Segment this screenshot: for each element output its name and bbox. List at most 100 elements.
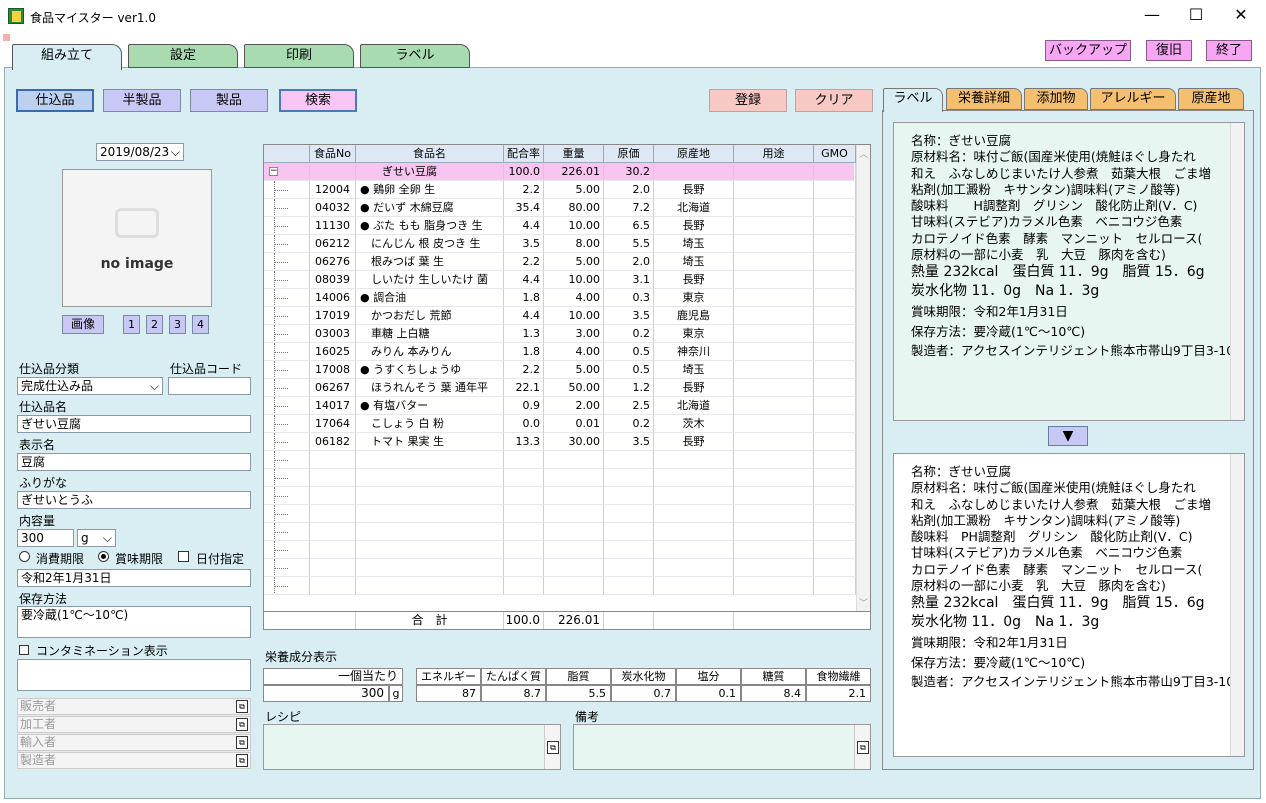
table-row[interactable] (264, 523, 856, 541)
display-label: 表示名 (19, 438, 56, 452)
clear-button[interactable]: クリア (795, 89, 873, 112)
table-row[interactable] (264, 469, 856, 487)
origin: 長野 (654, 181, 734, 199)
mix-rate: 35.4 (504, 199, 544, 217)
table-row[interactable]: 14017 ● 有塩バター 0.9 2.00 2.5 北海道 (264, 397, 856, 415)
date-checkbox[interactable] (178, 551, 189, 562)
table-row[interactable]: 03003 車糖 上白糖 1.3 3.00 0.2 東京 (264, 325, 856, 343)
nutrition-value: 8.4 (741, 685, 806, 702)
furigana-input[interactable]: ぎせいとうふ (17, 491, 251, 509)
table-scrollbar[interactable]: ︿ ﹀ (856, 145, 870, 611)
unit-select[interactable]: g ⌵ (77, 529, 116, 547)
table-row[interactable]: 06182 トマト 果実 生 13.3 30.00 3.5 長野 (264, 433, 856, 451)
expiry-input[interactable]: 令和2年1月31日 (17, 569, 251, 587)
table-row[interactable]: 14006 ● 調合油 1.8 4.00 0.3 東京 (264, 289, 856, 307)
rtab-label[interactable]: ラベル (883, 88, 943, 112)
exit-button[interactable]: 終了 (1206, 40, 1252, 61)
hanseihin-button[interactable]: 半製品 (103, 89, 181, 112)
ingredient-table[interactable]: 食品No 食品名 配合率 重量 原価 原産地 用途 GMO − ぎせい豆腐 100… (263, 144, 871, 630)
processor-field[interactable]: 加工者 ⧉ (17, 716, 251, 733)
weight: 10.00 (544, 271, 604, 289)
category-select[interactable]: 完成仕込み品 ⌵ (17, 377, 163, 395)
content-input[interactable]: 300 (17, 529, 74, 547)
table-row[interactable]: 06267 ほうれんそう 葉 通年平 22.1 50.00 1.2 長野 (264, 379, 856, 397)
search-button[interactable]: 検索 (279, 89, 357, 112)
recipe-input[interactable]: ⧉ (263, 724, 561, 770)
table-row[interactable] (264, 451, 856, 469)
copy-down-button[interactable]: ▼ (1048, 426, 1088, 446)
table-row[interactable]: 17019 かつおだし 荒節 4.4 10.00 3.5 鹿児島 (264, 307, 856, 325)
scroll-down-icon[interactable]: ﹀ (859, 596, 868, 609)
table-row[interactable]: 17008 ● うすくちしょうゆ 2.2 5.00 0.5 埼玉 (264, 361, 856, 379)
copy-icon[interactable]: ⧉ (547, 741, 559, 754)
image-page-1[interactable]: 1 (123, 315, 140, 334)
table-row[interactable]: 16025 みりん 本みりん 1.8 4.00 0.5 神奈川 (264, 343, 856, 361)
scroll-up-icon[interactable]: ︿ (859, 147, 868, 160)
tree-branch (264, 469, 310, 487)
table-row-parent[interactable]: − ぎせい豆腐 100.0 226.01 30.2 (264, 163, 856, 181)
table-row[interactable]: 12004 ● 鶏卵 全卵 生 2.2 5.00 2.0 長野 (264, 181, 856, 199)
image-button[interactable]: 画像 (62, 315, 104, 334)
storage-input[interactable]: 要冷蔵(1℃〜10℃) (17, 606, 251, 638)
table-row[interactable] (264, 541, 856, 559)
rtab-nutrition[interactable]: 栄養詳細 (946, 88, 1022, 110)
table-row[interactable] (264, 559, 856, 577)
backup-button[interactable]: バックアップ (1045, 40, 1131, 61)
nutrition-header: 食物繊維 (806, 668, 871, 685)
importer-field[interactable]: 輸入者 ⧉ (17, 734, 251, 751)
label-scrollbar[interactable] (1230, 454, 1244, 756)
table-row[interactable]: 08039 しいたけ 生しいたけ 菌 4.4 10.00 3.1 長野 (264, 271, 856, 289)
item-image: no image (62, 169, 212, 307)
food-no: 14017 (310, 397, 356, 415)
date-picker[interactable]: 2019/08/23 ⌵ (96, 143, 184, 161)
copy-icon[interactable]: ⧉ (236, 718, 248, 731)
tab-label[interactable]: ラベル (360, 44, 470, 68)
tab-assemble[interactable]: 組み立て (12, 44, 122, 70)
table-row[interactable]: 06212 にんじん 根 皮つき 生 3.5 8.00 5.5 埼玉 (264, 235, 856, 253)
table-row[interactable]: 17064 こしょう 白 粉 0.0 0.01 0.2 茨木 (264, 415, 856, 433)
table-row[interactable] (264, 505, 856, 523)
per-value[interactable]: 300 (263, 685, 389, 702)
memo-input[interactable]: ⧉ (573, 724, 871, 770)
seihin-button[interactable]: 製品 (190, 89, 268, 112)
tab-settings[interactable]: 設定 (128, 44, 238, 68)
table-row[interactable]: 04032 ● だいず 木綿豆腐 35.4 80.00 7.2 北海道 (264, 199, 856, 217)
copy-icon[interactable]: ⧉ (857, 741, 869, 754)
table-row[interactable] (264, 577, 856, 595)
shikomi-button[interactable]: 仕込品 (16, 89, 94, 112)
close-icon[interactable]: ✕ (1229, 4, 1253, 28)
label-line: 炭水化物 11．0g Na 1．3g (911, 283, 1100, 300)
contamination-checkbox[interactable] (19, 645, 29, 655)
nutrition-header: 糖質 (741, 668, 806, 685)
register-button[interactable]: 登録 (709, 89, 787, 112)
seller-field[interactable]: 販売者 ⧉ (17, 698, 251, 715)
label-preview-bottom[interactable]: 名称：ぎせい豆腐 原材料名：味付ご飯(国産米使用(焼鮭ほぐし身たれ 和え ふなしめじ… (893, 453, 1245, 757)
copy-icon[interactable]: ⧉ (236, 754, 248, 767)
minimize-icon[interactable]: — (1140, 4, 1164, 28)
table-row[interactable]: 06276 根みつば 葉 生 2.2 5.00 2.0 埼玉 (264, 253, 856, 271)
tab-print[interactable]: 印刷 (244, 44, 354, 68)
best-radio[interactable] (98, 551, 109, 562)
consume-radio[interactable] (19, 551, 30, 562)
copy-icon[interactable]: ⧉ (236, 736, 248, 749)
code-input[interactable] (168, 377, 251, 395)
rtab-origin[interactable]: 原産地 (1178, 88, 1244, 110)
image-page-2[interactable]: 2 (146, 315, 163, 334)
image-page-3[interactable]: 3 (169, 315, 186, 334)
name-input[interactable]: ぎせい豆腐 (17, 415, 251, 433)
gmo (814, 199, 856, 217)
maximize-icon[interactable]: ☐ (1184, 4, 1208, 28)
label-scrollbar[interactable] (1230, 123, 1244, 420)
restore-button[interactable]: 復旧 (1146, 40, 1192, 61)
manufacturer-field[interactable]: 製造者 ⧉ (17, 752, 251, 769)
contamination-input[interactable] (17, 659, 251, 691)
rtab-additives[interactable]: 添加物 (1024, 88, 1088, 110)
label-preview-top[interactable]: 名称：ぎせい豆腐 原材料名：味付ご飯(国産米使用(焼鮭ほぐし身たれ 和え ふなしめじ… (893, 122, 1245, 421)
copy-icon[interactable]: ⧉ (236, 700, 248, 713)
rtab-allergy[interactable]: アレルギー (1090, 88, 1176, 110)
table-row[interactable]: 11130 ● ぶた もも 脂身つき 生 4.4 10.00 6.5 長野 (264, 217, 856, 235)
image-page-4[interactable]: 4 (192, 315, 209, 334)
display-input[interactable]: 豆腐 (17, 453, 251, 471)
table-row[interactable] (264, 487, 856, 505)
mix-rate: 0.0 (504, 415, 544, 433)
